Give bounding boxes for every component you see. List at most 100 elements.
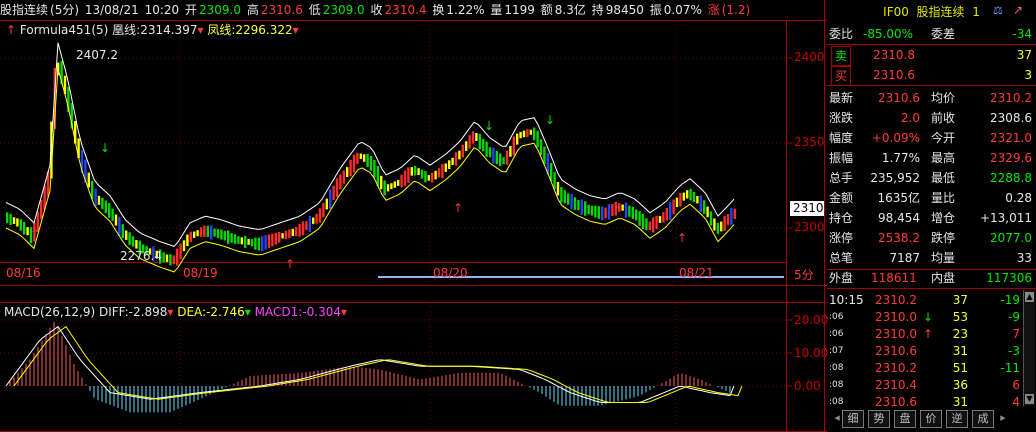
candle xyxy=(329,189,332,210)
tab-detail[interactable]: 细 xyxy=(842,410,864,428)
candle xyxy=(672,199,675,214)
candle xyxy=(94,188,97,207)
chart-area[interactable]: ↑ ↑ ↑ ↑ ↓ ↓ ↓ xyxy=(0,0,827,432)
tabs-right-icon[interactable]: ▸ xyxy=(998,410,1008,426)
candle xyxy=(169,254,172,266)
signal-arrow-icon: ↑ xyxy=(453,201,463,215)
candle xyxy=(635,209,638,221)
trades-scrollbar[interactable]: ▲ ▼ xyxy=(1023,290,1035,406)
candle xyxy=(108,203,111,218)
stats-row: 总笔 7187 均量 33 xyxy=(827,248,1036,268)
stat-label: 今开 xyxy=(931,131,956,145)
candle xyxy=(216,228,220,239)
tab-book[interactable]: 盘 xyxy=(894,410,916,428)
candle xyxy=(278,232,281,243)
line1-label: 凰线: xyxy=(112,23,141,37)
stat-label: 总笔 xyxy=(829,251,854,265)
stat-value: 0.28 xyxy=(1005,191,1032,205)
macd-line xyxy=(5,325,735,403)
candle xyxy=(454,152,458,166)
dea-label: DEA: xyxy=(177,305,207,319)
candle xyxy=(417,168,420,175)
candle xyxy=(227,230,230,244)
candle xyxy=(645,218,648,231)
candle xyxy=(431,172,434,183)
stat-value: +13,011 xyxy=(979,211,1032,225)
candle xyxy=(118,216,121,236)
stat-label: 持仓 xyxy=(829,211,854,225)
candle xyxy=(509,145,512,157)
trade-volume: 31 xyxy=(952,395,968,409)
candle xyxy=(403,170,407,186)
candle xyxy=(424,171,427,183)
macd-tick-0: 0.00 xyxy=(794,379,821,393)
candle xyxy=(723,216,726,231)
candle xyxy=(247,238,250,245)
candle xyxy=(271,233,274,247)
sell-row[interactable]: 卖 2310.8 37 xyxy=(827,45,1036,66)
candle xyxy=(543,146,546,164)
candle xyxy=(16,218,19,227)
candle xyxy=(580,199,583,215)
stat-label: 振幅 xyxy=(829,151,854,165)
panel-code: IF00 xyxy=(883,5,909,19)
candle xyxy=(573,197,577,210)
candle xyxy=(291,228,294,237)
candle xyxy=(410,167,413,176)
stat-value: 7187 xyxy=(889,251,920,265)
candle xyxy=(648,221,651,230)
tab-trend[interactable]: 势 xyxy=(868,410,890,428)
macd1-label: MACD1: xyxy=(254,305,303,319)
candle xyxy=(373,159,376,178)
x-label-0819: 08/19 xyxy=(183,266,218,280)
candle xyxy=(556,182,560,196)
stat-value: 2310.2 xyxy=(990,91,1032,105)
candle xyxy=(655,215,658,230)
trough-label: 2276.4 xyxy=(120,249,162,263)
candle xyxy=(23,222,26,235)
stat-value: 2.0 xyxy=(900,111,920,125)
trade-row: :06 2310.0 ↓ 53 -9 xyxy=(827,309,1036,325)
tab-deals[interactable]: 成 xyxy=(972,410,994,428)
trade-price: 2310.6 xyxy=(875,395,917,409)
trend-icon[interactable]: ↗ xyxy=(1013,3,1031,17)
candles-group xyxy=(6,60,736,266)
candle xyxy=(529,129,532,135)
stat-value: 33 xyxy=(1016,251,1032,265)
candle xyxy=(267,234,271,249)
stat-label: 涨跌 xyxy=(829,111,854,125)
candle xyxy=(641,214,645,229)
candle xyxy=(448,160,451,169)
trade-row: :07 2310.6 31 -3 xyxy=(827,343,1036,359)
tabs-left-icon[interactable]: ◂ xyxy=(832,410,842,426)
tab-reverse[interactable]: 逆 xyxy=(946,410,968,428)
scroll-up-icon[interactable]: ▲ xyxy=(1025,292,1034,302)
scroll-down-icon[interactable]: ▼ xyxy=(1025,394,1034,404)
stat-label: 跌停 xyxy=(931,231,956,245)
dea-value: -2.746 xyxy=(206,305,245,319)
buy-row[interactable]: 买 2310.6 3 xyxy=(827,65,1036,86)
candle xyxy=(686,190,689,199)
tab-price[interactable]: 价 xyxy=(920,410,942,428)
candle xyxy=(369,156,373,171)
outer-label: 外盘 xyxy=(829,271,854,285)
candle xyxy=(516,133,519,145)
candle xyxy=(703,200,706,214)
diff-value: -2.898 xyxy=(128,305,168,319)
candle xyxy=(182,240,186,252)
main-legend: ↑ Formula451(5) 凰线:2314.397▾ 凤线:2296.322… xyxy=(6,23,299,37)
candle xyxy=(400,174,403,188)
candle xyxy=(295,227,298,237)
y-tick-2400: 2400 xyxy=(794,50,825,64)
candle xyxy=(519,131,522,139)
stat-label: 金额 xyxy=(829,191,854,205)
stat-value: 2077.0 xyxy=(990,231,1032,245)
stat-value: 2321.0 xyxy=(990,131,1032,145)
candle xyxy=(128,232,131,245)
trade-time: :06 xyxy=(829,312,844,322)
candle xyxy=(597,206,600,219)
candle xyxy=(652,217,655,233)
candle xyxy=(624,202,628,218)
scale-icon[interactable]: ⚖ xyxy=(993,4,1007,17)
trade-time: :08 xyxy=(829,363,844,373)
